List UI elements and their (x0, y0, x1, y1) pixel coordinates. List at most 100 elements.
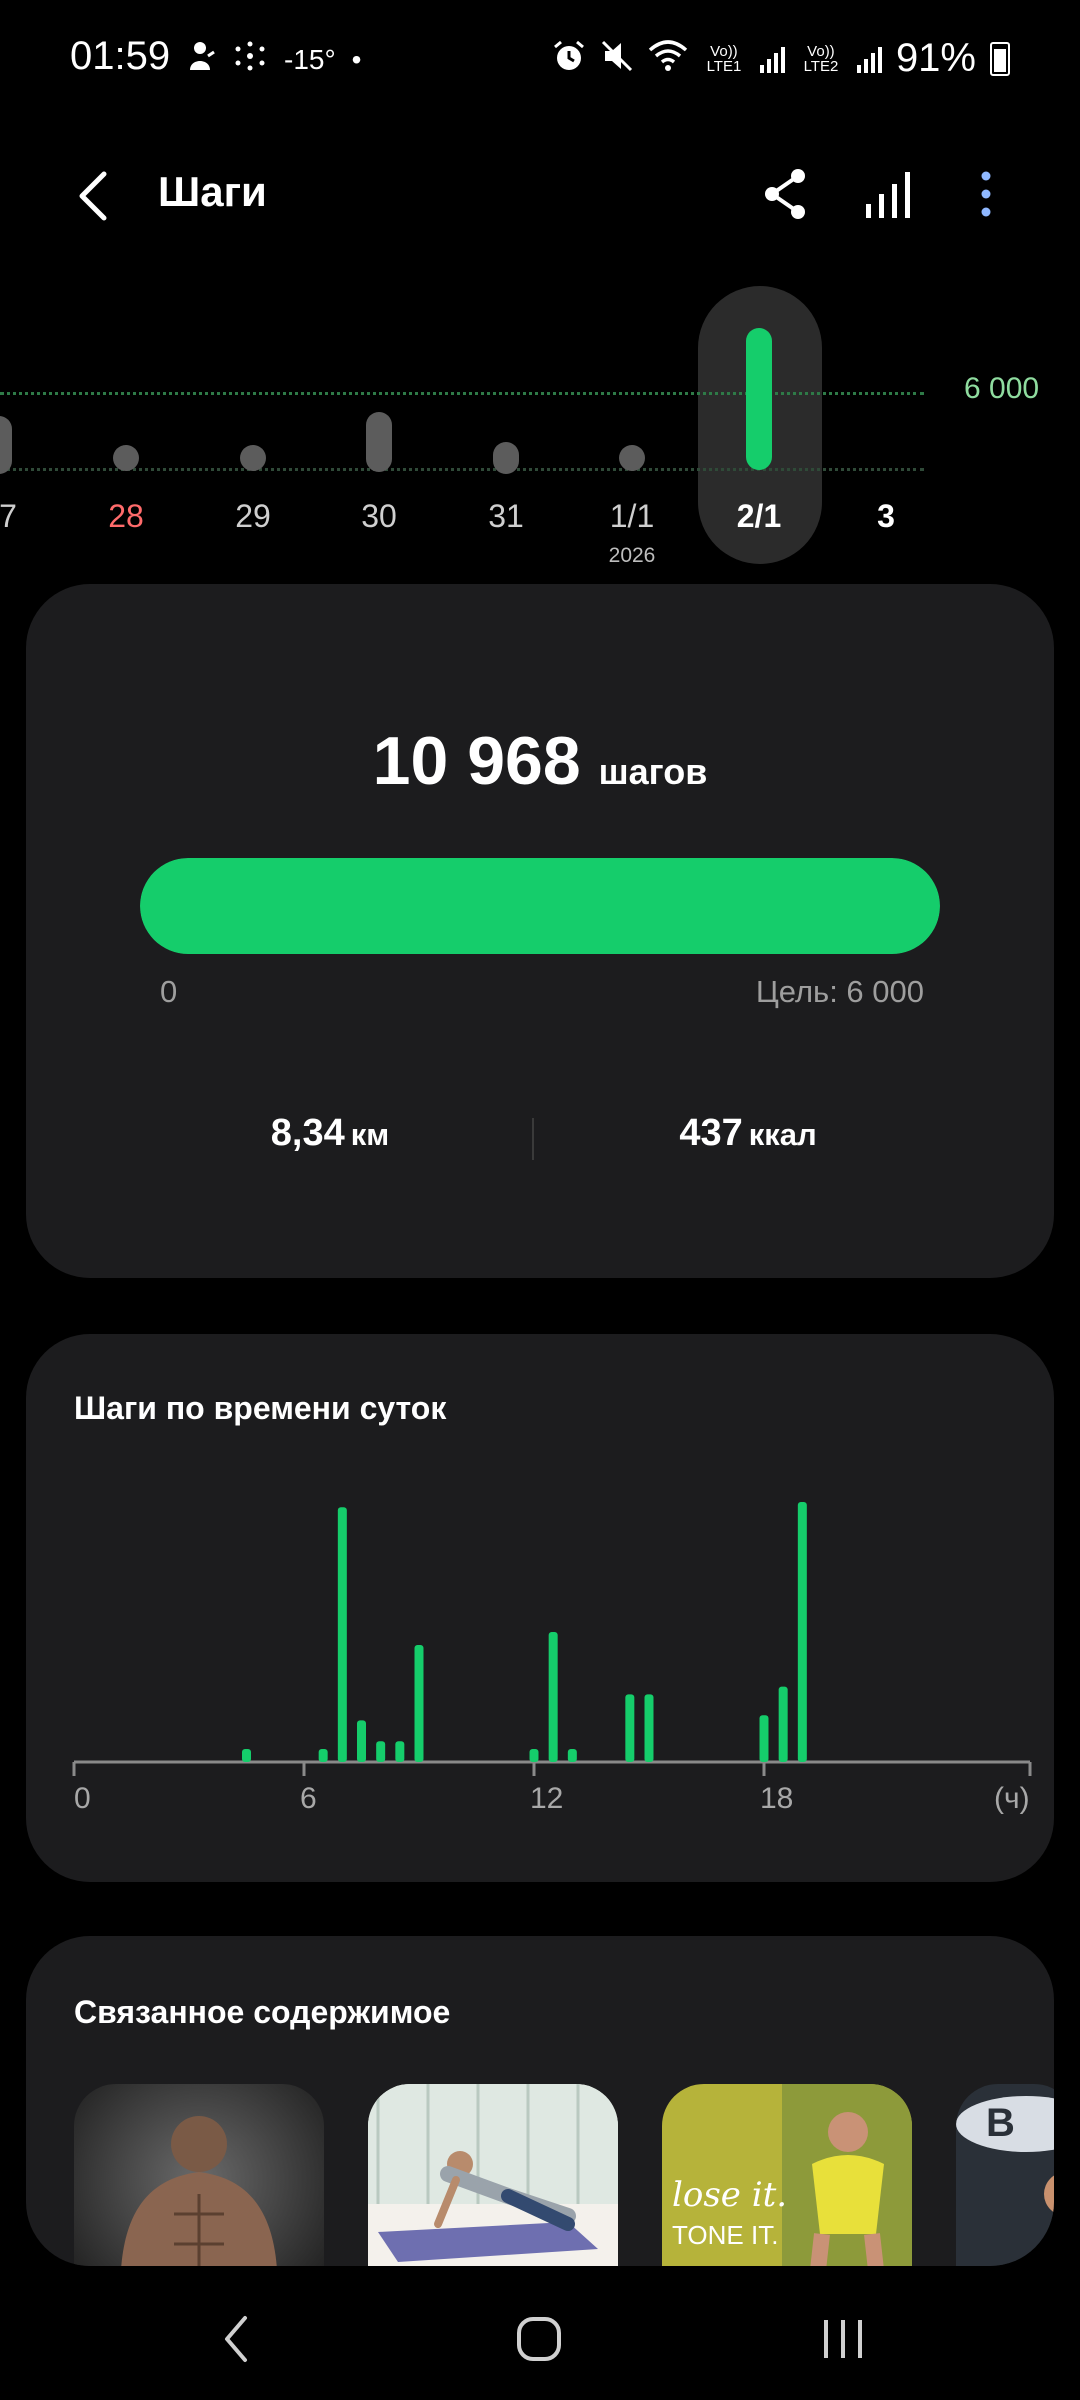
sim2-label: Vo)) LTE2 (803, 42, 839, 75)
x-tick-label: 18 (760, 1782, 793, 1815)
x-tick-label: 6 (300, 1782, 317, 1815)
hourly-bar[interactable] (242, 1749, 251, 1762)
goal-label: 6 000 (964, 372, 1040, 405)
day-dot-29[interactable] (240, 445, 266, 471)
related-content-card: Связанное содержимое lose it. TONE IT. B (26, 1936, 1054, 2266)
trends-button[interactable] (862, 164, 918, 224)
back-button[interactable] (70, 168, 120, 224)
calories-value: 437 (679, 1112, 743, 1154)
battery-percent: 91% (895, 36, 976, 80)
nav-recents-icon (824, 2320, 862, 2358)
x-axis-unit-label: (ч) (994, 1782, 1030, 1815)
steps-unit: шагов (598, 751, 708, 792)
day-label-30[interactable]: 30 (329, 498, 429, 535)
steps-progress-fill (140, 858, 940, 954)
hourly-bar[interactable] (778, 1686, 788, 1762)
day-label-1-1[interactable]: 1/1 (582, 498, 682, 535)
hourly-bar[interactable] (797, 1502, 807, 1762)
steps-summary-card: 10 968 шагов 0 Цель: 6 000 8,34 км 437 ккал (26, 584, 1054, 1278)
page-title: Шаги (158, 168, 267, 215)
related-card-title: Связанное содержимое (74, 1994, 451, 2030)
status-bar: 01:59 -15° • Vo)) LTE1 Vo)) LTE2 91% (0, 0, 1080, 120)
day-label-31[interactable]: 31 (456, 498, 556, 535)
nav-home-icon (517, 2317, 561, 2361)
hourly-steps-card[interactable]: Шаги по времени суток 0 6 12 18 (ч) (26, 1334, 1054, 1882)
battery-icon (990, 41, 1010, 76)
day-label-3[interactable]: 3 (836, 498, 936, 535)
system-nav-bar (0, 2274, 1080, 2400)
sim1-label: Vo)) LTE1 (706, 42, 742, 75)
goal-line (0, 392, 924, 395)
more-options-button[interactable] (966, 164, 1006, 224)
hourly-bar[interactable] (529, 1749, 539, 1762)
hourly-bar[interactable] (376, 1741, 386, 1762)
alarm-icon (552, 39, 586, 78)
day-bar-7[interactable] (0, 416, 12, 474)
back-icon (79, 171, 107, 221)
nav-back-button[interactable] (192, 2304, 282, 2374)
stat-divider (532, 1118, 534, 1160)
app-header: Шаги (0, 150, 1080, 240)
x-tick-label: 0 (74, 1782, 91, 1815)
day-label-2-1[interactable]: 2/1 (709, 498, 809, 535)
status-right-icons: Vo)) LTE1 Vo)) LTE2 91% (552, 36, 1010, 81)
steps-value: 10 968 (372, 723, 581, 799)
x-tick-label: 12 (530, 1782, 563, 1815)
progress-goal-label: Цель: 6 000 (755, 974, 924, 1009)
day-dot-28[interactable] (113, 445, 139, 471)
hourly-bar[interactable] (414, 1645, 424, 1762)
snowflake-icon (232, 41, 268, 78)
svg-text:B: B (986, 2101, 1015, 2145)
share-icon (765, 169, 805, 219)
hourly-bar[interactable] (548, 1632, 558, 1762)
day-label-28[interactable]: 28 (76, 498, 176, 535)
mute-icon (600, 39, 634, 78)
nav-recents-button[interactable] (798, 2304, 888, 2374)
status-temperature: -15° (284, 43, 336, 75)
svg-text:lose it.: lose it. (672, 2175, 787, 2215)
hourly-bar[interactable] (567, 1749, 577, 1762)
day-label-29[interactable]: 29 (203, 498, 303, 535)
hourly-bar[interactable] (644, 1694, 654, 1762)
thumb-pushup[interactable] (368, 2084, 618, 2266)
calories-unit: ккал (748, 1117, 817, 1152)
distance-value: 8,34 (270, 1112, 345, 1154)
svg-text:TONE IT.: TONE IT. (672, 2220, 778, 2250)
signal-icon (759, 45, 785, 73)
hourly-bar[interactable] (337, 1507, 347, 1762)
day-dot-31[interactable] (493, 442, 519, 474)
hourly-steps-chart: 0 6 12 18 (ч) (72, 1502, 1032, 1815)
thumb-muscle-man[interactable] (74, 2084, 324, 2266)
thumb-partial[interactable]: B (956, 2084, 1054, 2266)
hourly-bar[interactable] (625, 1694, 635, 1762)
date-strip[interactable]: 6 000 7 28 29 30 31 1/1 2026 2/1 3 (0, 280, 1080, 580)
hourly-bar[interactable] (318, 1749, 328, 1762)
person-icon (186, 40, 216, 79)
dot-icon: • (351, 43, 362, 75)
baseline-line (0, 468, 924, 471)
share-button[interactable] (760, 164, 812, 224)
bar-chart-icon (866, 172, 910, 218)
status-left-icons: -15° • (186, 40, 361, 79)
day-dot-1-1[interactable] (619, 445, 645, 471)
distance-stat: 8,34 км (130, 1112, 530, 1155)
steps-progress-bar (140, 858, 940, 954)
wifi-icon (648, 40, 688, 77)
nav-home-button[interactable] (494, 2304, 584, 2374)
hourly-bar[interactable] (395, 1741, 405, 1762)
progress-min-label: 0 (160, 974, 178, 1009)
hourly-bar[interactable] (357, 1720, 366, 1762)
distance-unit: км (350, 1117, 390, 1152)
year-label: 2026 (608, 544, 656, 567)
signal-icon-2 (856, 45, 882, 73)
nav-back-icon (225, 2316, 247, 2362)
more-icon (981, 171, 991, 217)
calories-stat: 437 ккал (548, 1112, 948, 1155)
hourly-bar[interactable] (759, 1715, 769, 1762)
day-bar-30[interactable] (366, 412, 392, 472)
day-bar-2-1[interactable] (746, 328, 772, 470)
steps-count: 10 968 шагов (26, 722, 1054, 800)
status-time: 01:59 (70, 34, 171, 78)
day-label-7[interactable]: 7 (0, 498, 58, 535)
thumb-lose-it[interactable]: lose it. TONE IT. (662, 2084, 912, 2266)
